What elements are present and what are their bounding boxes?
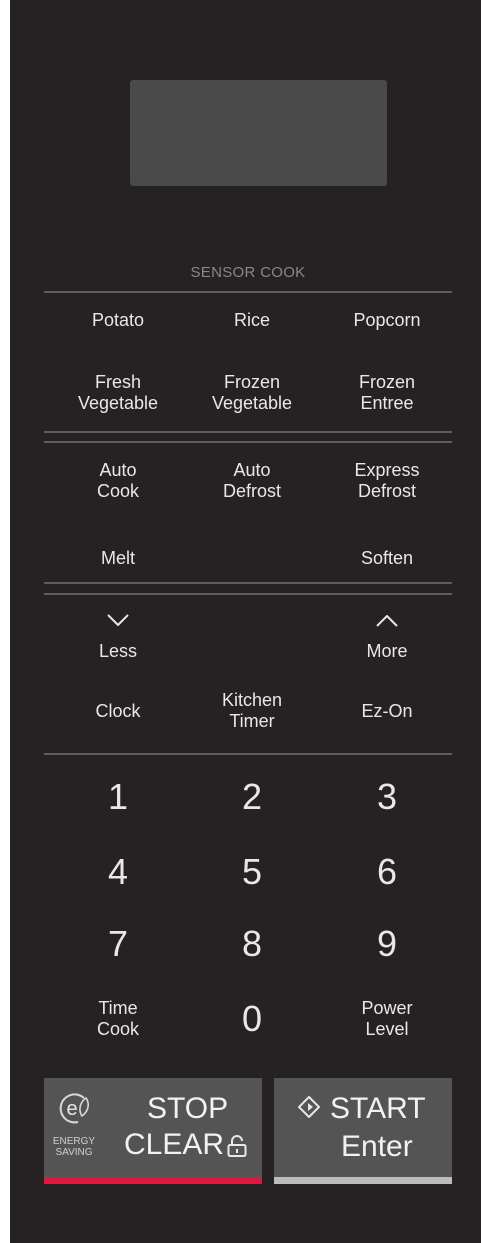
section-divider (44, 753, 452, 755)
enter-label: Enter (341, 1130, 413, 1163)
digit-9-button[interactable]: 9 (347, 923, 427, 965)
stop-clear-button[interactable]: e ENERGY SAVING STOP CLEAR (44, 1078, 262, 1184)
chevron-up-icon[interactable] (376, 615, 398, 627)
kitchen-timer-label-line1: Kitchen (221, 690, 283, 710)
fresh-vegetable-label-line2: Vegetable (77, 393, 159, 413)
lock-icon (227, 1135, 247, 1157)
digit-1-button[interactable]: 1 (78, 776, 158, 818)
auto-cook-button[interactable]: Auto Cook (53, 460, 183, 502)
section-divider (44, 593, 452, 595)
frozen-vegetable-label-line2: Vegetable (211, 393, 293, 413)
auto-defrost-button[interactable]: Auto Defrost (187, 460, 317, 502)
potato-button[interactable]: Potato (53, 310, 183, 331)
stop-label: STOP (147, 1092, 229, 1125)
popcorn-button[interactable]: Popcorn (322, 310, 452, 331)
auto-cook-label-line1: Auto (99, 460, 137, 480)
melt-button[interactable]: Melt (53, 548, 183, 569)
section-divider (44, 431, 452, 433)
power-level-label-line2: Level (365, 1019, 409, 1039)
frozen-entree-label-line2: Entree (360, 393, 414, 413)
time-cook-button[interactable]: Time Cook (53, 998, 183, 1040)
less-button[interactable]: Less (53, 641, 183, 662)
express-defrost-button[interactable]: Express Defrost (322, 460, 452, 502)
microwave-control-panel (10, 0, 481, 1243)
ez-on-button[interactable]: Ez-On (322, 701, 452, 722)
energy-icon-letter: e (66, 1098, 77, 1120)
chevron-down-icon[interactable] (107, 614, 129, 626)
digit-2-button[interactable]: 2 (212, 776, 292, 818)
stop-accent-bar (44, 1177, 262, 1184)
digit-5-button[interactable]: 5 (212, 851, 292, 893)
clear-label: CLEAR (124, 1128, 225, 1161)
digit-4-button[interactable]: 4 (78, 851, 158, 893)
kitchen-timer-button[interactable]: Kitchen Timer (187, 690, 317, 732)
energy-leaf-icon: e (59, 1093, 89, 1124)
digit-0-button[interactable]: 0 (212, 998, 292, 1040)
digit-8-button[interactable]: 8 (212, 923, 292, 965)
section-divider (44, 582, 452, 584)
frozen-vegetable-label-line1: Frozen (223, 372, 281, 392)
clock-button[interactable]: Clock (53, 701, 183, 722)
fresh-vegetable-label-line1: Fresh (94, 372, 141, 392)
auto-defrost-label-line2: Defrost (222, 481, 282, 501)
auto-cook-label-line2: Cook (96, 481, 140, 501)
time-cook-label-line1: Time (98, 998, 138, 1018)
section-divider (44, 291, 452, 293)
auto-defrost-label-line1: Auto (233, 460, 271, 480)
section-divider (44, 441, 452, 443)
power-level-label-line1: Power (361, 998, 413, 1018)
more-button[interactable]: More (322, 641, 452, 662)
power-level-button[interactable]: Power Level (322, 998, 452, 1040)
sensor-cook-title: SENSOR COOK (190, 264, 306, 281)
frozen-entree-button[interactable]: Frozen Entree (322, 372, 452, 414)
start-enter-button[interactable]: START Enter (274, 1078, 452, 1184)
digit-3-button[interactable]: 3 (347, 776, 427, 818)
start-diamond-icon (298, 1096, 320, 1118)
start-accent-bar (274, 1177, 452, 1184)
soften-button[interactable]: Soften (322, 548, 452, 569)
display-window (130, 80, 387, 186)
kitchen-timer-label-line2: Timer (229, 711, 275, 731)
energy-saving-label: ENERGY SAVING (52, 1136, 96, 1158)
frozen-vegetable-button[interactable]: Frozen Vegetable (187, 372, 317, 414)
rice-button[interactable]: Rice (187, 310, 317, 331)
energy-saving-line2: SAVING (55, 1147, 93, 1158)
energy-saving-line1: ENERGY (52, 1136, 96, 1147)
express-defrost-label-line1: Express (354, 460, 420, 480)
digit-6-button[interactable]: 6 (347, 851, 427, 893)
digit-7-button[interactable]: 7 (78, 923, 158, 965)
time-cook-label-line2: Cook (96, 1019, 140, 1039)
express-defrost-label-line2: Defrost (357, 481, 417, 501)
fresh-vegetable-button[interactable]: Fresh Vegetable (53, 372, 183, 414)
frozen-entree-label-line1: Frozen (358, 372, 416, 392)
start-label: START (330, 1092, 426, 1125)
